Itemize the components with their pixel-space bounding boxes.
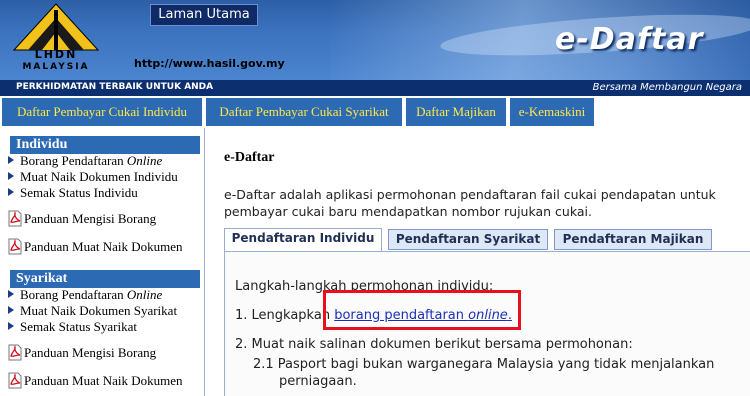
nav-e-kemaskini[interactable]: e-Kemaskini [510, 98, 594, 126]
main-nav: Daftar Pembayar Cukai Individu Daftar Pe… [0, 96, 750, 128]
sidebar-item-label: Muat Naik Dokumen Syarikat [20, 303, 178, 318]
sidebar-item-label-em: Online [126, 287, 163, 302]
site-header: LHDN MALAYSIA Laman Utama http://www.has… [0, 0, 750, 80]
sidebar-item-label-em: Online [126, 153, 163, 168]
sidebar-heading-individu: Individu [10, 136, 200, 154]
step-2-1-line-2: perniagaan. [279, 374, 357, 389]
step-1-prefix: 1. Lengkapkan [235, 308, 331, 323]
step-2: 2. Muat naik salinan dokumen berikut ber… [235, 337, 633, 352]
sidebar-item-muat-naik-syarikat[interactable]: Muat Naik Dokumen Syarikat [8, 303, 177, 319]
intro-text: e-Daftar adalah aplikasi permohonan pend… [224, 186, 724, 220]
step-2-1-line-1: 2.1 Pasport bagi bukan warganegara Malay… [253, 357, 715, 372]
sidebar-item-label: Panduan Muat Naik Dokumen [24, 373, 183, 388]
sidebar-item-label: Semak Status Individu [20, 185, 138, 200]
sidebar-item-label: Panduan Muat Naik Dokumen [24, 239, 183, 254]
nav-daftar-individu[interactable]: Daftar Pembayar Cukai Individu [2, 98, 202, 126]
logo-text-lhdn: LHDN [34, 48, 78, 61]
arrow-right-icon [8, 156, 14, 164]
arrow-right-icon [8, 172, 14, 180]
main-content: e-Daftar e-Daftar adalah aplikasi permoh… [206, 128, 750, 396]
lhdn-emblem-icon [12, 3, 100, 51]
intro-line-2: pembayar cukai baru mendapatkan nombor r… [224, 204, 592, 219]
brand-title: e-Daftar [555, 22, 704, 57]
sidebar-item-semak-status-individu[interactable]: Semak Status Individu [8, 185, 138, 201]
slogan-right: Bersama Membangun Negara [592, 82, 742, 93]
intro-line-1: e-Daftar adalah aplikasi permohonan pend… [224, 187, 716, 202]
sidebar-item-panduan-dokumen-syarikat[interactable]: Panduan Muat Naik Dokumen [8, 372, 183, 389]
tab-pendaftaran-syarikat[interactable]: Pendaftaran Syarikat [388, 229, 548, 250]
sidebar-heading-syarikat: Syarikat [10, 270, 200, 288]
tab-pendaftaran-majikan[interactable]: Pendaftaran Majikan [554, 229, 712, 250]
sidebar-item-panduan-dokumen-individu[interactable]: Panduan Muat Naik Dokumen [8, 238, 183, 255]
arrow-right-icon [8, 306, 14, 314]
sidebar-item-label: Borang Pendaftaran [20, 153, 124, 168]
arrow-right-icon [8, 290, 14, 298]
slogan-left: PERKHIDMATAN TERBAIK UNTUK ANDA [16, 82, 214, 92]
highlight-annotation-box [323, 290, 521, 330]
arrow-right-icon [8, 188, 14, 196]
pdf-icon [8, 210, 22, 227]
nav-daftar-syarikat[interactable]: Daftar Pembayar Cukai Syarikat [206, 98, 402, 126]
slogan-bar: PERKHIDMATAN TERBAIK UNTUK ANDA Bersama … [0, 80, 750, 96]
sidebar-item-borang-individu[interactable]: Borang Pendaftaran Online [8, 153, 162, 169]
page-title: e-Daftar [224, 150, 275, 165]
site-url: http://www.hasil.gov.my [134, 57, 285, 70]
sidebar-item-panduan-borang-individu[interactable]: Panduan Mengisi Borang [8, 210, 156, 227]
registration-tabs: Pendaftaran Individu Pendaftaran Syarika… [224, 228, 750, 252]
sidebar-item-muat-naik-individu[interactable]: Muat Naik Dokumen Individu [8, 169, 178, 185]
pdf-icon [8, 344, 22, 361]
sidebar: Individu Borang Pendaftaran Online Muat … [0, 128, 205, 396]
sidebar-item-semak-status-syarikat[interactable]: Semak Status Syarikat [8, 319, 137, 335]
pdf-icon [8, 238, 22, 255]
logo-text-malaysia: MALAYSIA [22, 62, 90, 72]
lhdn-logo[interactable]: LHDN MALAYSIA [8, 2, 104, 76]
sidebar-item-borang-syarikat[interactable]: Borang Pendaftaran Online [8, 287, 162, 303]
nav-daftar-majikan[interactable]: Daftar Majikan [406, 98, 506, 126]
arrow-right-icon [8, 322, 14, 330]
sidebar-item-label: Panduan Mengisi Borang [24, 211, 157, 226]
sidebar-item-label: Semak Status Syarikat [20, 319, 137, 334]
sidebar-item-label: Panduan Mengisi Borang [24, 345, 157, 360]
home-button[interactable]: Laman Utama [150, 4, 258, 26]
pdf-icon [8, 372, 22, 389]
sidebar-item-label: Borang Pendaftaran [20, 287, 124, 302]
sidebar-item-panduan-borang-syarikat[interactable]: Panduan Mengisi Borang [8, 344, 156, 361]
tab-pendaftaran-individu[interactable]: Pendaftaran Individu [224, 228, 382, 252]
sidebar-item-label: Muat Naik Dokumen Individu [20, 169, 178, 184]
